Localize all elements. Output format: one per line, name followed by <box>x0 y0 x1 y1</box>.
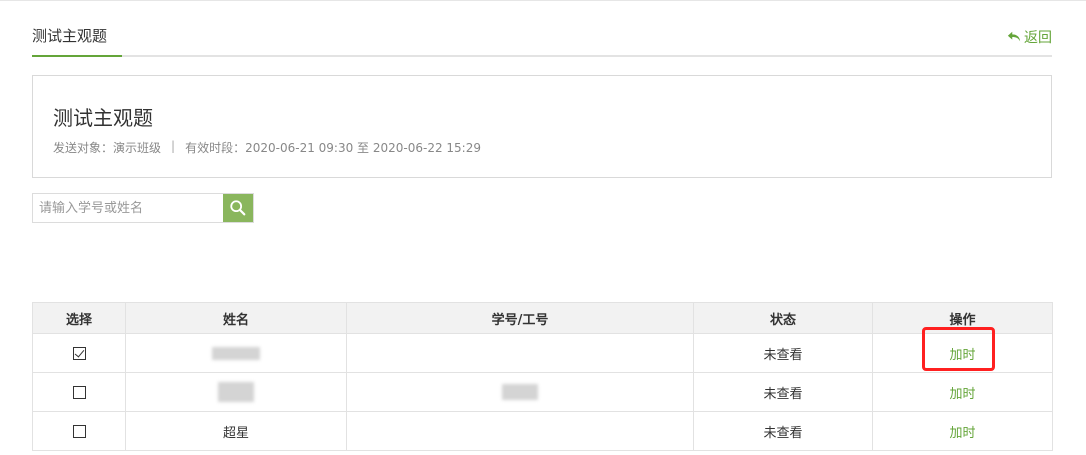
header-id: 学号/工号 <box>346 302 694 334</box>
search-icon <box>230 200 246 216</box>
top-divider <box>0 0 1086 1</box>
tab-bar: 测试主观题 返回 <box>32 24 1052 57</box>
header-action: 操作 <box>872 302 1053 334</box>
search-button[interactable] <box>223 194 253 222</box>
students-table: 选择 姓名 学号/工号 状态 操作 未查看 加时 未查看 加时 超星 未查看 加… <box>32 302 1053 451</box>
table-row: 未查看 加时 <box>32 333 1053 373</box>
target-value: 演示班级 <box>113 141 162 155</box>
action-cell: 加时 <box>872 411 1053 451</box>
back-arrow-icon <box>1007 31 1021 42</box>
redacted-id <box>502 384 538 400</box>
name-cell: 超星 <box>125 411 347 451</box>
row-checkbox[interactable] <box>72 385 86 399</box>
back-button[interactable]: 返回 <box>1007 27 1052 47</box>
assignment-meta: 发送对象：演示班级 | 有效时段：2020-06-21 09:30 至 2020… <box>53 139 481 156</box>
action-cell: 加时 <box>872 372 1053 412</box>
header-select: 选择 <box>32 302 126 334</box>
target-label: 发送对象： <box>53 141 114 155</box>
select-cell <box>32 333 126 373</box>
status-cell: 未查看 <box>693 411 873 451</box>
id-cell <box>346 372 694 412</box>
page: 测试主观题 返回 测试主观题 发送对象：演示班级 | 有效时段：2020-06-… <box>0 0 1086 455</box>
id-cell <box>346 333 694 373</box>
search-input[interactable] <box>33 194 223 222</box>
search-box <box>32 193 254 223</box>
meta-separator: | <box>171 139 176 153</box>
period-value: 2020-06-21 09:30 至 2020-06-22 15:29 <box>245 141 481 155</box>
assignment-title: 测试主观题 <box>53 106 153 130</box>
status-cell: 未查看 <box>693 333 873 373</box>
period-label: 有效时段： <box>185 141 246 155</box>
assignment-info-panel: 测试主观题 发送对象：演示班级 | 有效时段：2020-06-21 09:30 … <box>32 75 1052 178</box>
table-header-row: 选择 姓名 学号/工号 状态 操作 <box>32 302 1053 334</box>
status-cell: 未查看 <box>693 372 873 412</box>
row-checkbox[interactable] <box>72 424 86 438</box>
redacted-name <box>218 382 254 402</box>
select-cell <box>32 411 126 451</box>
row-checkbox[interactable] <box>72 346 86 360</box>
select-cell <box>32 372 126 412</box>
add-time-button[interactable]: 加时 <box>949 387 975 402</box>
add-time-button[interactable]: 加时 <box>949 426 975 441</box>
back-label: 返回 <box>1024 30 1052 46</box>
name-cell <box>125 333 347 373</box>
action-cell: 加时 <box>872 333 1053 373</box>
tab-subjective-test[interactable]: 测试主观题 <box>32 24 122 57</box>
header-status: 状态 <box>693 302 873 334</box>
id-cell <box>346 411 694 451</box>
table-row: 未查看 加时 <box>32 372 1053 412</box>
add-time-button[interactable]: 加时 <box>949 348 975 363</box>
name-cell <box>125 372 347 412</box>
header-name: 姓名 <box>125 302 347 334</box>
table-row: 超星 未查看 加时 <box>32 411 1053 451</box>
redacted-name <box>212 346 260 360</box>
